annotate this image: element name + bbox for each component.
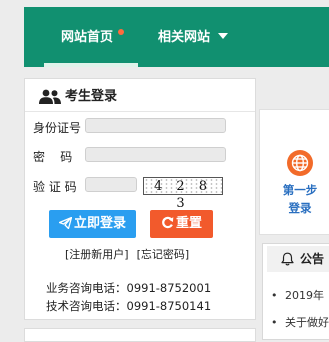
- notice-item[interactable]: • 2019年: [271, 287, 324, 303]
- notice-header: 公告: [267, 246, 329, 272]
- forgot-password-link[interactable]: [忘记密码]: [137, 248, 190, 261]
- steps-panel: 第一步 登录: [259, 109, 329, 235]
- notice-item[interactable]: • 关于做好: [271, 314, 329, 330]
- login-button[interactable]: 立即登录: [49, 210, 136, 238]
- bullet: •: [271, 316, 278, 329]
- divider: [25, 111, 255, 112]
- notice-panel: 公告 • 2019年 • 关于做好: [262, 243, 329, 340]
- notification-dot: [118, 29, 125, 35]
- reset-button[interactable]: 重置: [150, 210, 213, 238]
- notice-title: 公告: [300, 252, 325, 266]
- step-title: 第一步: [282, 183, 318, 197]
- step-subtitle[interactable]: 登录: [260, 200, 329, 216]
- active-tab-indicator: [44, 63, 139, 67]
- id-label: 身份证号: [33, 121, 82, 135]
- business-phone: 业务咨询电话：0991-8752001: [46, 281, 212, 295]
- nav-related-label: 相关网站: [158, 30, 211, 45]
- bell-icon: [281, 252, 294, 266]
- captcha-image[interactable]: 4 2 8 3: [143, 177, 223, 211]
- login-panel: 考生登录 身份证号 密 码 验 证 码 4 2 8 3 立即登录 重置 [注册新…: [24, 78, 256, 320]
- password-input[interactable]: [85, 147, 226, 162]
- users-icon: [39, 89, 61, 104]
- refresh-icon: [162, 216, 174, 229]
- login-title-text: 考生登录: [65, 89, 118, 104]
- nav-related-sites[interactable]: 相关网站: [158, 7, 229, 67]
- nav-home-label: 网站首页: [61, 30, 114, 45]
- notice-item-text: 关于做好: [285, 316, 329, 329]
- nav-home[interactable]: 网站首页: [44, 7, 139, 67]
- notice-item-text: 2019年: [285, 289, 324, 302]
- tech-phone: 技术咨询电话：0991-8750141: [46, 299, 212, 313]
- captcha-input[interactable]: [85, 177, 137, 192]
- password-label: 密 码: [33, 150, 73, 164]
- reset-button-label: 重置: [175, 216, 202, 231]
- login-button-label: 立即登录: [73, 216, 126, 231]
- send-icon: [58, 216, 73, 229]
- id-number-input[interactable]: [85, 118, 226, 133]
- top-nav: 网站首页 相关网站: [24, 7, 329, 67]
- account-links: [注册新用户] [忘记密码]: [65, 246, 189, 262]
- globe-icon: [287, 150, 313, 176]
- captcha-label: 验 证 码: [33, 180, 77, 194]
- register-link[interactable]: [注册新用户]: [65, 248, 129, 261]
- bullet: •: [271, 289, 278, 302]
- chevron-down-icon: [218, 32, 229, 39]
